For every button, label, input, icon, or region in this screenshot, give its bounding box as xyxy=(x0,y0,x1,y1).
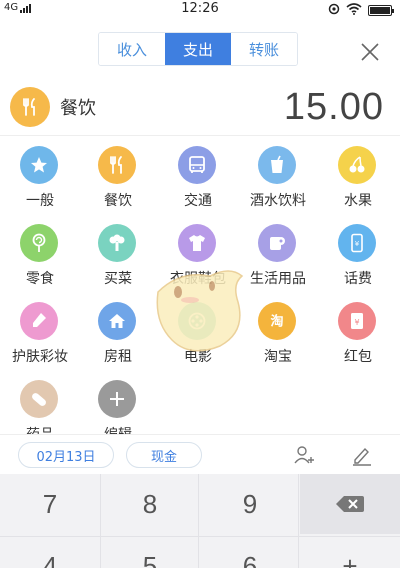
battery-icon xyxy=(368,5,394,16)
plus-icon xyxy=(98,380,136,418)
category-label: 交通 xyxy=(184,193,212,209)
key-5[interactable]: 5 xyxy=(100,536,200,568)
broccoli-icon xyxy=(98,224,136,262)
film-reel-icon xyxy=(178,302,216,340)
tab-transfer[interactable]: 转账 xyxy=(231,33,297,65)
backspace-key[interactable] xyxy=(300,474,400,534)
lollipop-icon xyxy=(20,224,58,262)
drink-cup-icon xyxy=(258,146,296,184)
category-fruit[interactable]: 水果 xyxy=(318,140,398,216)
key-plus[interactable]: + xyxy=(300,536,400,568)
key-7[interactable]: 7 xyxy=(0,474,100,534)
amount-display: 15.00 xyxy=(283,86,384,128)
account-button[interactable]: 现金 xyxy=(126,442,202,468)
key-8[interactable]: 8 xyxy=(100,474,200,534)
category-clothing[interactable]: 衣服鞋包 xyxy=(158,218,238,294)
type-tabs: 收入 支出 转账 xyxy=(98,32,298,66)
category-transport[interactable]: 交通 xyxy=(158,140,238,216)
category-rent[interactable]: 房租 xyxy=(78,296,158,372)
bottom-bar: 02月13日 现金 xyxy=(0,434,400,474)
category-label: 买菜 xyxy=(104,271,132,287)
svg-text:¥: ¥ xyxy=(355,240,360,248)
svg-text:淘: 淘 xyxy=(270,314,283,330)
status-icons xyxy=(328,3,394,18)
star-icon xyxy=(20,146,58,184)
edit-note-icon[interactable] xyxy=(350,443,374,467)
pill-icon xyxy=(20,380,58,418)
backspace-icon xyxy=(336,496,364,512)
status-bar: 4G 12:26 xyxy=(0,0,400,18)
category-drinks[interactable]: 酒水饮料 xyxy=(238,140,318,216)
selected-category-name: 餐饮 xyxy=(60,98,96,119)
category-label: 零食 xyxy=(26,271,54,287)
tab-expense[interactable]: 支出 xyxy=(165,33,231,65)
date-button[interactable]: 02月13日 xyxy=(18,442,114,468)
shirt-icon xyxy=(178,224,216,262)
alarm-icon xyxy=(328,3,340,18)
tissue-icon xyxy=(258,224,296,262)
key-6[interactable]: 6 xyxy=(200,536,300,568)
bus-icon xyxy=(178,146,216,184)
category-general[interactable]: 一般 xyxy=(0,140,80,216)
category-label: 红包 xyxy=(344,349,372,365)
category-skincare[interactable]: 护肤彩妆 xyxy=(0,296,80,372)
category-label: 生活用品 xyxy=(250,271,306,287)
phone-icon: ¥ xyxy=(338,224,376,262)
tab-income[interactable]: 收入 xyxy=(99,33,165,65)
fork-knife-icon xyxy=(98,146,136,184)
category-label: 话费 xyxy=(344,271,372,287)
add-person-icon[interactable] xyxy=(292,443,316,467)
close-icon[interactable] xyxy=(358,40,382,64)
category-daily-goods[interactable]: 生活用品 xyxy=(238,218,318,294)
keypad: 7 8 9 4 5 6 + xyxy=(0,474,400,568)
category-red-envelope[interactable]: ¥ 红包 xyxy=(318,296,398,372)
category-label: 酒水饮料 xyxy=(250,193,306,209)
category-label: 一般 xyxy=(26,193,54,209)
cherry-icon xyxy=(338,146,376,184)
house-icon xyxy=(98,302,136,340)
category-label: 餐饮 xyxy=(104,193,132,209)
red-envelope-icon: ¥ xyxy=(338,302,376,340)
amount-row: 餐饮 15.00 xyxy=(0,80,400,136)
category-phone-bill[interactable]: ¥ 话费 xyxy=(318,218,398,294)
wifi-icon xyxy=(346,3,362,18)
svg-text:¥: ¥ xyxy=(354,318,359,327)
fork-knife-icon xyxy=(10,87,50,127)
category-snacks[interactable]: 零食 xyxy=(0,218,80,294)
key-4[interactable]: 4 xyxy=(0,536,100,568)
category-label: 水果 xyxy=(344,193,372,209)
category-label: 淘宝 xyxy=(264,349,292,365)
taobao-icon: 淘 xyxy=(258,302,296,340)
category-movie[interactable]: 电影 xyxy=(158,296,238,372)
lipstick-icon xyxy=(20,302,58,340)
category-taobao[interactable]: 淘 淘宝 xyxy=(238,296,318,372)
category-label: 护肤彩妆 xyxy=(12,349,68,365)
category-label: 衣服鞋包 xyxy=(170,271,226,287)
key-9[interactable]: 9 xyxy=(200,474,300,534)
category-groceries[interactable]: 买菜 xyxy=(78,218,158,294)
category-label: 电影 xyxy=(184,349,212,365)
category-label: 房租 xyxy=(104,349,132,365)
category-dining[interactable]: 餐饮 xyxy=(78,140,158,216)
